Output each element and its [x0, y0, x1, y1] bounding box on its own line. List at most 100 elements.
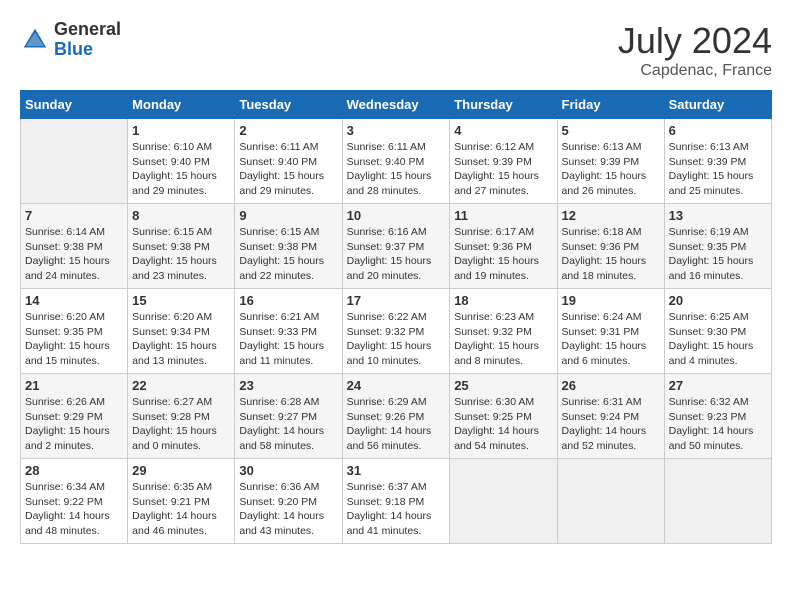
calendar-header: SundayMondayTuesdayWednesdayThursdayFrid…: [21, 91, 772, 119]
day-info: Sunrise: 6:34 AM Sunset: 9:22 PM Dayligh…: [25, 480, 123, 539]
page-header: General Blue July 2024 Capdenac, France: [20, 20, 772, 80]
calendar-cell: 15Sunrise: 6:20 AM Sunset: 9:34 PM Dayli…: [128, 289, 235, 374]
day-number: 6: [669, 123, 767, 138]
day-number: 11: [454, 208, 552, 223]
logo-blue: Blue: [54, 40, 121, 60]
calendar-table: SundayMondayTuesdayWednesdayThursdayFrid…: [20, 90, 772, 544]
day-info: Sunrise: 6:15 AM Sunset: 9:38 PM Dayligh…: [132, 225, 230, 284]
day-info: Sunrise: 6:21 AM Sunset: 9:33 PM Dayligh…: [239, 310, 337, 369]
day-info: Sunrise: 6:16 AM Sunset: 9:37 PM Dayligh…: [347, 225, 446, 284]
day-info: Sunrise: 6:13 AM Sunset: 9:39 PM Dayligh…: [562, 140, 660, 199]
calendar-cell: 18 Sunrise: 6:23 AM Sunset: 9:32 PM Dayli…: [450, 289, 557, 374]
calendar-cell: [450, 459, 557, 544]
calendar-cell: 29 Sunrise: 6:35 AM Sunset: 9:21 PM Dayli…: [128, 459, 235, 544]
header-cell-tuesday: Tuesday: [235, 91, 342, 119]
day-number: 28: [25, 463, 123, 478]
day-number: 20: [669, 293, 767, 308]
day-info: Sunrise: 6:19 AM Sunset: 9:35 PM Dayligh…: [669, 225, 767, 284]
day-number: 17: [347, 293, 446, 308]
day-number: 14: [25, 293, 123, 308]
day-info: Sunrise: 6:22 AM Sunset: 9:32 PM Dayligh…: [347, 310, 446, 369]
calendar-week-5: 28 Sunrise: 6:34 AM Sunset: 9:22 PM Dayli…: [21, 459, 772, 544]
day-number: 7: [25, 208, 123, 223]
day-info: Sunrise: 6:28 AM Sunset: 9:27 PM Dayligh…: [239, 395, 337, 454]
calendar-cell: 3 Sunrise: 6:11 AM Sunset: 9:40 PM Daylig…: [342, 119, 450, 204]
logo-text: General Blue: [54, 20, 121, 60]
day-number: 5: [562, 123, 660, 138]
calendar-cell: 22 Sunrise: 6:27 AM Sunset: 9:28 PM Dayli…: [128, 374, 235, 459]
day-number: 12: [562, 208, 660, 223]
calendar-week-4: 21 Sunrise: 6:26 AM Sunset: 9:29 PM Dayli…: [21, 374, 772, 459]
calendar-cell: 7 Sunrise: 6:14 AM Sunset: 9:38 PM Daylig…: [21, 204, 128, 289]
day-info: Sunrise: 6:13 AM Sunset: 9:39 PM Dayligh…: [669, 140, 767, 199]
calendar-cell: 12 Sunrise: 6:18 AM Sunset: 9:36 PM Dayli…: [557, 204, 664, 289]
calendar-cell: 30 Sunrise: 6:36 AM Sunset: 9:20 PM Dayli…: [235, 459, 342, 544]
day-number: 2: [239, 123, 337, 138]
calendar-week-1: 1Sunrise: 6:10 AM Sunset: 9:40 PM Daylig…: [21, 119, 772, 204]
calendar-cell: 26Sunrise: 6:31 AM Sunset: 9:24 PM Dayli…: [557, 374, 664, 459]
calendar-cell: 23 Sunrise: 6:28 AM Sunset: 9:27 PM Dayli…: [235, 374, 342, 459]
day-info: Sunrise: 6:20 AM Sunset: 9:35 PM Dayligh…: [25, 310, 123, 369]
day-number: 22: [132, 378, 230, 393]
day-number: 23: [239, 378, 337, 393]
day-number: 30: [239, 463, 337, 478]
day-number: 13: [669, 208, 767, 223]
calendar-week-2: 7 Sunrise: 6:14 AM Sunset: 9:38 PM Daylig…: [21, 204, 772, 289]
day-info: Sunrise: 6:23 AM Sunset: 9:32 PM Dayligh…: [454, 310, 552, 369]
day-number: 3: [347, 123, 446, 138]
calendar-cell: 4 Sunrise: 6:12 AM Sunset: 9:39 PM Daylig…: [450, 119, 557, 204]
day-number: 31: [347, 463, 446, 478]
day-info: Sunrise: 6:18 AM Sunset: 9:36 PM Dayligh…: [562, 225, 660, 284]
calendar-cell: 6 Sunrise: 6:13 AM Sunset: 9:39 PM Daylig…: [664, 119, 771, 204]
day-number: 19: [562, 293, 660, 308]
day-info: Sunrise: 6:26 AM Sunset: 9:29 PM Dayligh…: [25, 395, 123, 454]
day-number: 8: [132, 208, 230, 223]
day-number: 9: [239, 208, 337, 223]
month-year-title: July 2024: [618, 20, 772, 62]
day-info: Sunrise: 6:24 AM Sunset: 9:31 PM Dayligh…: [562, 310, 660, 369]
header-cell-saturday: Saturday: [664, 91, 771, 119]
day-number: 25: [454, 378, 552, 393]
header-cell-monday: Monday: [128, 91, 235, 119]
calendar-cell: 20 Sunrise: 6:25 AM Sunset: 9:30 PM Dayli…: [664, 289, 771, 374]
day-number: 29: [132, 463, 230, 478]
logo: General Blue: [20, 20, 121, 60]
day-info: Sunrise: 6:12 AM Sunset: 9:39 PM Dayligh…: [454, 140, 552, 199]
day-info: Sunrise: 6:27 AM Sunset: 9:28 PM Dayligh…: [132, 395, 230, 454]
calendar-cell: 9 Sunrise: 6:15 AM Sunset: 9:38 PM Daylig…: [235, 204, 342, 289]
calendar-cell: 8 Sunrise: 6:15 AM Sunset: 9:38 PM Daylig…: [128, 204, 235, 289]
day-number: 15: [132, 293, 230, 308]
calendar-cell: [557, 459, 664, 544]
day-info: Sunrise: 6:35 AM Sunset: 9:21 PM Dayligh…: [132, 480, 230, 539]
calendar-cell: 16 Sunrise: 6:21 AM Sunset: 9:33 PM Dayli…: [235, 289, 342, 374]
calendar-cell: 21 Sunrise: 6:26 AM Sunset: 9:29 PM Dayli…: [21, 374, 128, 459]
calendar-cell: 28 Sunrise: 6:34 AM Sunset: 9:22 PM Dayli…: [21, 459, 128, 544]
day-number: 24: [347, 378, 446, 393]
calendar-cell: 10Sunrise: 6:16 AM Sunset: 9:37 PM Dayli…: [342, 204, 450, 289]
logo-icon: [20, 25, 50, 55]
day-number: 4: [454, 123, 552, 138]
day-info: Sunrise: 6:10 AM Sunset: 9:40 PM Dayligh…: [132, 140, 230, 199]
calendar-cell: [21, 119, 128, 204]
day-info: Sunrise: 6:15 AM Sunset: 9:38 PM Dayligh…: [239, 225, 337, 284]
title-block: July 2024 Capdenac, France: [618, 20, 772, 80]
calendar-body: 1Sunrise: 6:10 AM Sunset: 9:40 PM Daylig…: [21, 119, 772, 544]
day-info: Sunrise: 6:14 AM Sunset: 9:38 PM Dayligh…: [25, 225, 123, 284]
day-info: Sunrise: 6:36 AM Sunset: 9:20 PM Dayligh…: [239, 480, 337, 539]
calendar-cell: [664, 459, 771, 544]
day-info: Sunrise: 6:11 AM Sunset: 9:40 PM Dayligh…: [239, 140, 337, 199]
day-number: 18: [454, 293, 552, 308]
location-subtitle: Capdenac, France: [618, 62, 772, 80]
header-cell-friday: Friday: [557, 91, 664, 119]
calendar-cell: 5 Sunrise: 6:13 AM Sunset: 9:39 PM Daylig…: [557, 119, 664, 204]
calendar-week-3: 14 Sunrise: 6:20 AM Sunset: 9:35 PM Dayli…: [21, 289, 772, 374]
day-info: Sunrise: 6:11 AM Sunset: 9:40 PM Dayligh…: [347, 140, 446, 199]
day-number: 21: [25, 378, 123, 393]
day-number: 27: [669, 378, 767, 393]
day-number: 16: [239, 293, 337, 308]
day-info: Sunrise: 6:30 AM Sunset: 9:25 PM Dayligh…: [454, 395, 552, 454]
calendar-cell: 17 Sunrise: 6:22 AM Sunset: 9:32 PM Dayli…: [342, 289, 450, 374]
day-info: Sunrise: 6:25 AM Sunset: 9:30 PM Dayligh…: [669, 310, 767, 369]
day-info: Sunrise: 6:31 AM Sunset: 9:24 PM Dayligh…: [562, 395, 660, 454]
calendar-cell: 24Sunrise: 6:29 AM Sunset: 9:26 PM Dayli…: [342, 374, 450, 459]
